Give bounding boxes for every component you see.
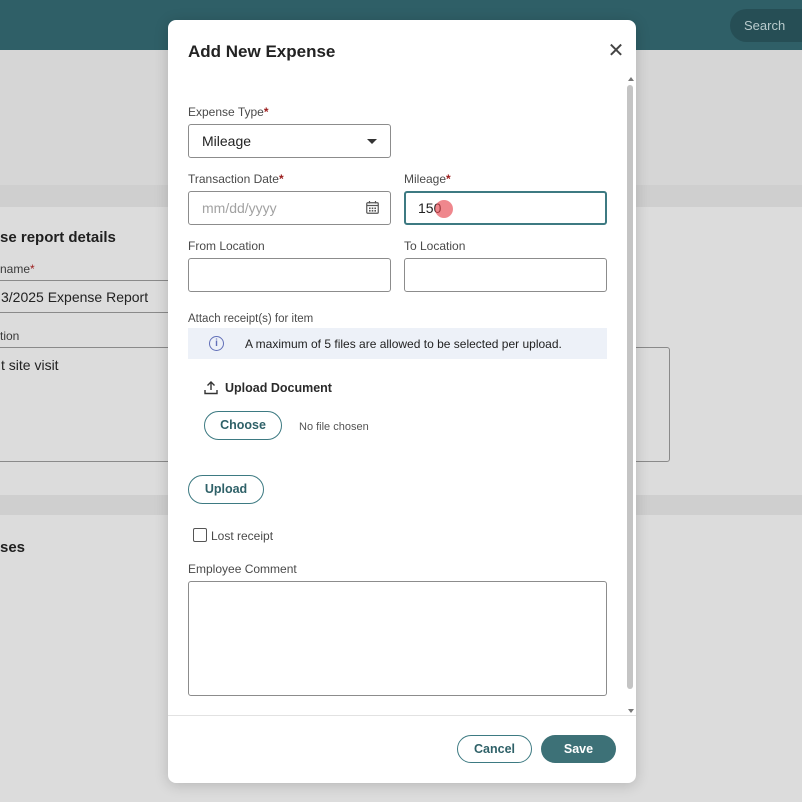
transaction-date-input[interactable]: mm/dd/yyyy [188,191,391,225]
scrollbar-thumb[interactable] [627,85,633,689]
no-file-chosen-text: No file chosen [299,421,369,433]
from-location-label: From Location [188,239,265,253]
employee-comment-textarea[interactable] [188,581,607,696]
expense-type-value: Mileage [202,133,252,149]
modal-title: Add New Expense [188,42,336,61]
scroll-down-arrow-icon[interactable] [628,709,634,713]
report-name-value: 3/2025 Expense Report [1,289,149,305]
report-name-input[interactable]: 3/2025 Expense Report [0,280,196,313]
report-name-label: name* [0,262,35,276]
chevron-down-icon [367,139,377,144]
info-message: A maximum of 5 files are allowed to be s… [245,337,562,351]
transaction-date-placeholder: mm/dd/yyyy [202,200,277,216]
expenses-title: ses [0,539,26,556]
save-button[interactable]: Save [541,735,616,763]
cancel-button[interactable]: Cancel [457,735,532,763]
to-location-input[interactable] [404,258,607,292]
expense-type-select[interactable]: Mileage [188,124,391,158]
description-value: t site visit [1,357,59,373]
scroll-up-arrow-icon[interactable] [628,77,634,81]
click-indicator [435,200,453,218]
attach-receipts-label: Attach receipt(s) for item [188,313,314,325]
upload-button[interactable]: Upload [188,475,264,504]
description-label: tion [0,329,20,343]
upload-document-title: Upload Document [225,381,332,395]
info-banner: i A maximum of 5 files are allowed to be… [188,328,607,359]
lost-receipt-checkbox[interactable] [193,528,207,542]
search-input[interactable]: Search [730,9,802,42]
close-icon[interactable]: ✕ [605,40,627,62]
info-icon: i [209,336,224,351]
from-location-input[interactable] [188,258,391,292]
add-expense-modal: Add New Expense ✕ Expense Type* Mileage … [168,20,636,783]
modal-scrollbar[interactable] [626,77,635,715]
to-location-label: To Location [404,239,466,253]
transaction-date-label: Transaction Date* [188,172,284,186]
upload-icon [204,381,218,395]
lost-receipt-label[interactable]: Lost receipt [211,529,273,543]
mileage-label: Mileage* [404,172,451,186]
employee-comment-label: Employee Comment [188,562,297,576]
expense-type-label: Expense Type* [188,105,269,119]
footer-divider [168,715,636,716]
choose-file-button[interactable]: Choose [204,411,282,440]
report-details-title: se report details [0,229,116,246]
calendar-icon[interactable] [366,201,379,214]
